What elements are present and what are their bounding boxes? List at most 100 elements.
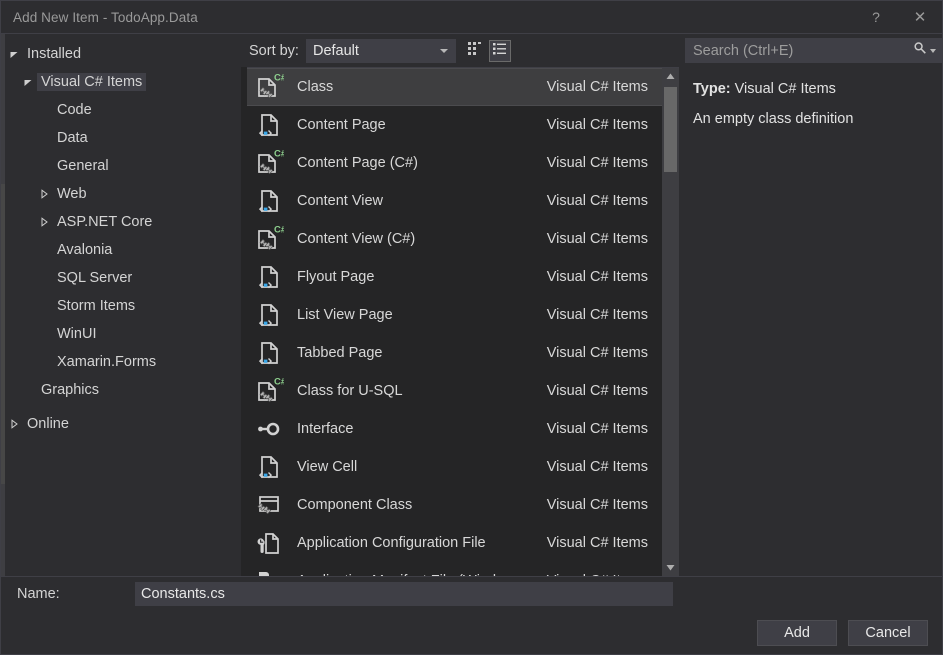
template-category: Visual C# Items: [546, 307, 648, 323]
template-name: Content View (C#): [297, 231, 416, 247]
medium-icons-view-button[interactable]: [464, 40, 486, 62]
search-options-chevron-icon[interactable]: [930, 48, 936, 53]
sidebar-item-label: ASP.NET Core: [57, 214, 153, 230]
templates-scrollbar-track[interactable]: [662, 85, 679, 559]
help-button[interactable]: ?: [854, 1, 898, 33]
templates-scrollbar-thumb[interactable]: [664, 87, 677, 172]
expander-slot: [23, 77, 37, 87]
details-list-view-button[interactable]: [488, 39, 511, 62]
sidebar-item-label: Xamarin.Forms: [57, 354, 157, 370]
templates-toolbar: Sort by: Default: [241, 34, 679, 67]
sort-by-dropdown[interactable]: Default: [305, 38, 456, 63]
sidebar-item-xamarin-forms[interactable]: Xamarin.Forms: [1, 348, 241, 376]
template-row[interactable]: Content View Visual C# Items: [247, 182, 662, 220]
sidebar-item-asp-net-core[interactable]: ASP.NET Core: [1, 208, 241, 236]
template-name: Content Page: [297, 117, 386, 133]
template-name: Content Page (C#): [297, 155, 418, 171]
sidebar-item-label: General: [57, 158, 109, 174]
templates-list-container: C# Class Visual C# Items Content Page Visu…: [247, 67, 679, 576]
name-row: Name:: [1, 577, 942, 611]
search-box[interactable]: Search (Ctrl+E): [685, 38, 942, 63]
sidebar-item-sql-server[interactable]: SQL Server: [1, 264, 241, 292]
sidebar-item-label: Installed: [27, 46, 82, 62]
template-name: Content View: [297, 193, 383, 209]
expander-expanded-icon[interactable]: [9, 49, 23, 59]
categories-pane: Installed Visual C# Items Code Data General…: [1, 34, 241, 576]
sidebar-item-general[interactable]: General: [1, 152, 241, 180]
sidebar-item-code[interactable]: Code: [1, 96, 241, 124]
sidebar-item-storm-items[interactable]: Storm Items: [1, 292, 241, 320]
categories-scrollbar[interactable]: [1, 34, 5, 576]
csharp-class-icon: C#: [253, 375, 285, 407]
template-row[interactable]: Application Configuration File Visual C# …: [247, 524, 662, 562]
template-row[interactable]: C# Content Page (C#) Visual C# Items: [247, 144, 662, 182]
template-row[interactable]: Tabbed Page Visual C# Items: [247, 334, 662, 372]
sort-by-value: Default: [312, 42, 359, 59]
medium-icons-view-icon: [467, 41, 482, 61]
template-category: Visual C# Items: [546, 345, 648, 361]
template-row[interactable]: C# Content View (C#) Visual C# Items: [247, 220, 662, 258]
sidebar-item-graphics[interactable]: Graphics: [1, 376, 241, 404]
sidebar-item-data[interactable]: Data: [1, 124, 241, 152]
cancel-button[interactable]: Cancel: [848, 620, 928, 646]
view-mode-buttons: [464, 39, 511, 62]
template-type-value: Visual C# Items: [734, 81, 836, 97]
template-name: Flyout Page: [297, 269, 375, 285]
template-row[interactable]: C# Class for U-SQL Visual C# Items: [247, 372, 662, 410]
sidebar-item-label: Storm Items: [57, 298, 136, 314]
template-row[interactable]: Content Page Visual C# Items: [247, 106, 662, 144]
template-category: Visual C# Items: [546, 269, 648, 285]
scroll-up-arrow-icon[interactable]: [662, 68, 679, 85]
template-category: Visual C# Items: [546, 193, 648, 209]
sidebar-item-online[interactable]: Online: [1, 410, 241, 438]
sidebar-item-visual-c-items[interactable]: Visual C# Items: [1, 68, 241, 96]
add-new-item-dialog: Add New Item - TodoApp.Data ? ✕ Installe…: [0, 0, 943, 655]
add-button[interactable]: Add: [757, 620, 837, 646]
sidebar-item-label: Visual C# Items: [37, 73, 147, 91]
expander-collapsed-icon[interactable]: [39, 189, 53, 199]
template-row[interactable]: Component Class Visual C# Items: [247, 486, 662, 524]
sidebar-item-avalonia[interactable]: Avalonia: [1, 236, 241, 264]
template-row[interactable]: View Cell Visual C# Items: [247, 448, 662, 486]
scroll-down-arrow-icon[interactable]: [662, 559, 679, 576]
xaml-document-icon: [253, 109, 285, 141]
template-name: Component Class: [297, 497, 413, 513]
sort-by-label: Sort by:: [249, 42, 299, 59]
sidebar-item-label: Data: [57, 130, 88, 146]
name-label: Name:: [17, 586, 60, 602]
titlebar: Add New Item - TodoApp.Data ? ✕: [1, 1, 942, 34]
template-row[interactable]: Flyout Page Visual C# Items: [247, 258, 662, 296]
dialog-footer: Name: Add Cancel: [1, 576, 942, 654]
templates-scrollbar[interactable]: [662, 68, 679, 576]
sidebar-item-installed[interactable]: Installed: [1, 40, 241, 68]
categories-scrollbar-thumb[interactable]: [1, 184, 5, 484]
sidebar-item-winui[interactable]: WinUI: [1, 320, 241, 348]
template-details: Type: Visual C# Items An empty class def…: [693, 81, 942, 127]
name-input[interactable]: [135, 582, 673, 606]
expander-slot: [39, 189, 53, 199]
close-button[interactable]: ✕: [898, 1, 942, 33]
template-category: Visual C# Items: [546, 383, 648, 399]
template-row[interactable]: Application Manifest File (WindowsVisual…: [247, 562, 662, 576]
expander-collapsed-icon[interactable]: [39, 217, 53, 227]
expander-expanded-icon[interactable]: [23, 77, 37, 87]
expander-slot: [39, 217, 53, 227]
template-row[interactable]: List View Page Visual C# Items: [247, 296, 662, 334]
sidebar-item-web[interactable]: Web: [1, 180, 241, 208]
sidebar-item-label: Code: [57, 102, 92, 118]
template-row[interactable]: C# Class Visual C# Items: [247, 68, 662, 106]
template-category: Visual C# Items: [546, 421, 648, 437]
template-type-line: Type: Visual C# Items: [693, 81, 942, 97]
magnifier-icon: [913, 41, 927, 60]
csharp-class-icon: C#: [253, 223, 285, 255]
template-name: Class for U-SQL: [297, 383, 403, 399]
template-type-label: Type:: [693, 81, 731, 97]
templates-list[interactable]: C# Class Visual C# Items Content Page Visu…: [247, 68, 662, 576]
search-icon-group[interactable]: [913, 41, 936, 60]
template-category: Visual C# Items: [546, 459, 648, 475]
template-category: Visual C# Items: [546, 497, 648, 513]
template-row[interactable]: Interface Visual C# Items: [247, 410, 662, 448]
sidebar-item-label: SQL Server: [57, 270, 133, 286]
expander-collapsed-icon[interactable]: [9, 419, 23, 429]
sidebar-item-label: Web: [57, 186, 87, 202]
